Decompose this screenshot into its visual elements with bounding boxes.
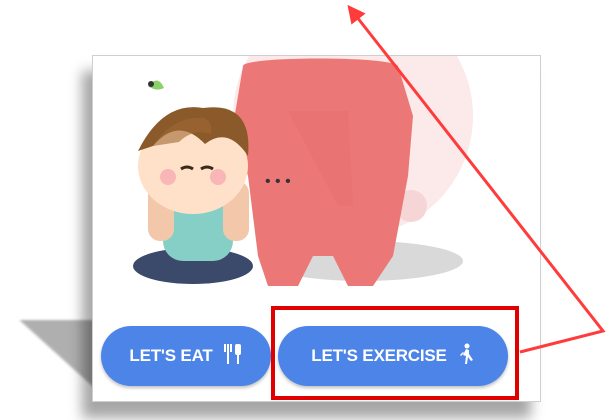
annotation-arrow (347, 4, 606, 354)
